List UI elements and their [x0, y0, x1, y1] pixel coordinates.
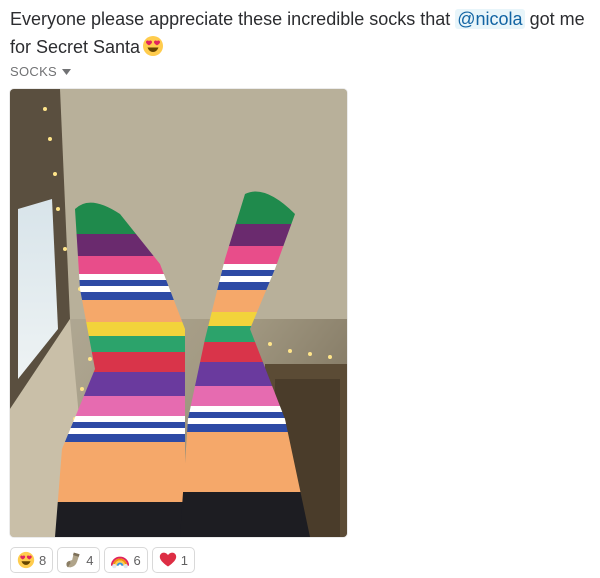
message-text: Everyone please appreciate these incredi…	[10, 5, 595, 61]
reaction-count: 6	[133, 552, 141, 568]
user-mention-link[interactable]: @nicola	[455, 9, 525, 29]
rainbow-emoji-icon	[111, 556, 130, 569]
reaction-count: 4	[86, 552, 94, 568]
file-name-toggle[interactable]: SOCKS	[10, 64, 72, 79]
file-name-label: SOCKS	[10, 64, 58, 79]
reaction-rainbow[interactable]: 6	[104, 547, 148, 573]
heart-eyes-emoji-icon	[17, 551, 35, 569]
socks-photo-image	[10, 89, 347, 537]
socks-photo[interactable]	[10, 89, 347, 537]
heart-eyes-emoji-icon	[143, 36, 164, 56]
reaction-sock[interactable]: 4	[57, 547, 101, 573]
caret-down-icon	[62, 68, 72, 75]
reaction-count: 8	[39, 552, 47, 568]
reactions-bar: 8 4 6 1	[10, 547, 195, 573]
message-text-start: Everyone please appreciate these incredi…	[10, 9, 456, 29]
reaction-count: 1	[180, 552, 188, 568]
red-heart-emoji-icon	[159, 552, 176, 567]
reaction-heart-eyes[interactable]: 8	[10, 547, 54, 573]
reaction-red-heart[interactable]: 1	[151, 547, 195, 573]
sock-emoji-icon	[66, 552, 80, 568]
